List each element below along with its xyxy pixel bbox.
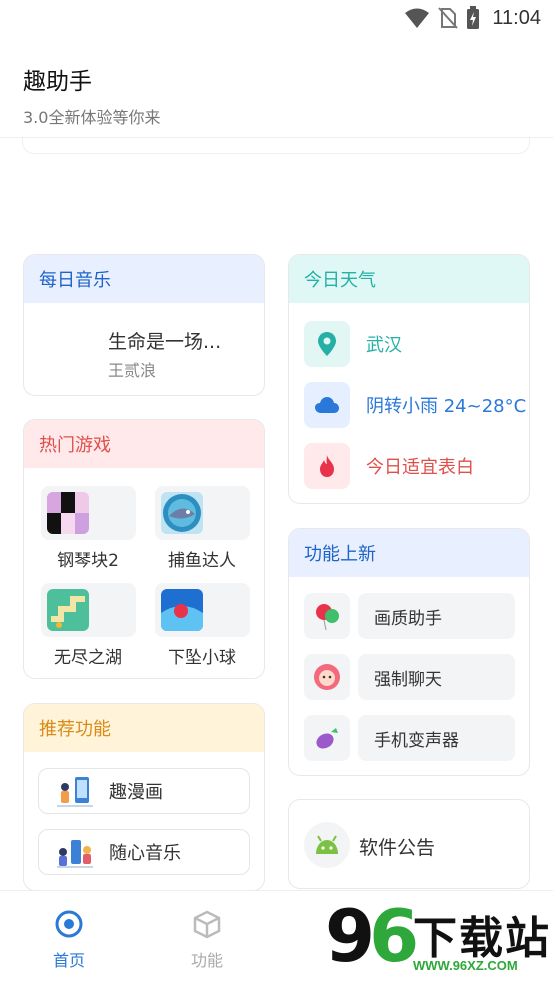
status-bar: 11:04 [0, 0, 553, 40]
lion-face-icon [304, 654, 350, 700]
game-item-lake[interactable]: 无尽之湖 [36, 583, 140, 668]
software-notice-card[interactable]: 软件公告 [288, 799, 530, 889]
weather-city: 武汉 [366, 335, 402, 356]
wifi-icon [405, 8, 430, 28]
feature-item-chat[interactable]: 强制聊天 [304, 654, 515, 700]
hot-games-title: 热门游戏 [24, 420, 264, 468]
tab-functions[interactable]: 功能 [172, 909, 242, 971]
weather-advice: 今日适宜表白 [366, 457, 474, 478]
watermark-brand: 下载站 [413, 913, 551, 964]
feature-item-quality[interactable]: 画质助手 [304, 593, 515, 639]
cube-icon [193, 910, 221, 939]
banner-placeholder[interactable] [22, 136, 530, 154]
cloud-icon [304, 382, 350, 428]
daily-music-card[interactable]: 每日音乐 生命是一场... 王贰浪 [23, 254, 265, 396]
feature-label: 手机变声器 [358, 715, 515, 761]
comic-illustration-icon [57, 777, 93, 807]
weather-advice-row: 今日适宜表白 [304, 443, 474, 489]
software-notice-label: 软件公告 [359, 837, 436, 859]
battery-charging-icon [467, 6, 480, 29]
hot-games-card: 热门游戏 钢琴块2 捕鱼达人 无尽之湖 下坠小球 [23, 419, 265, 679]
weather-card: 今日天气 武汉 阴转小雨 24~28°C 今日适宜表白 [288, 254, 530, 504]
tab-home-label: 首页 [52, 951, 85, 970]
music-illustration-icon [57, 840, 93, 868]
feature-item-voice[interactable]: 手机变声器 [304, 715, 515, 761]
balloon-icon [304, 593, 350, 639]
game-tile [40, 583, 136, 637]
watermark-logo: 96 下载站 WWW.96XZ.COM [325, 894, 553, 980]
game-label: 捕鱼达人 [168, 551, 236, 571]
game-item-fishing[interactable]: 捕鱼达人 [150, 486, 254, 571]
weather-condition-row: 阴转小雨 24~28°C [304, 382, 526, 428]
song-artist: 王贰浪 [108, 361, 157, 380]
app-header: 趣助手 3.0全新体验等你来 [23, 62, 160, 128]
game-tile [154, 583, 250, 637]
android-icon [304, 822, 350, 868]
game-tile [154, 486, 250, 540]
flame-icon [304, 443, 350, 489]
recommend-label: 趣漫画 [109, 782, 163, 803]
song-title: 生命是一场... [108, 331, 222, 353]
game-item-falling-ball[interactable]: 下坠小球 [150, 583, 254, 668]
eggplant-icon [304, 715, 350, 761]
watermark-url: WWW.96XZ.COM [413, 958, 518, 973]
tab-home[interactable]: 首页 [34, 909, 104, 971]
game-tile [40, 486, 136, 540]
weather-city-row: 武汉 [304, 321, 402, 367]
recommend-item-comic[interactable]: 趣漫画 [38, 768, 250, 814]
feature-label: 画质助手 [358, 593, 515, 639]
app-title: 趣助手 [23, 69, 92, 95]
daily-music-title: 每日音乐 [24, 255, 264, 303]
new-features-title: 功能上新 [289, 529, 529, 577]
recommend-card: 推荐功能 趣漫画 随心音乐 [23, 703, 265, 891]
no-sim-icon [438, 7, 459, 29]
tab-functions-label: 功能 [190, 951, 223, 970]
recommend-item-music[interactable]: 随心音乐 [38, 829, 250, 875]
app-subtitle: 3.0全新体验等你来 [23, 108, 161, 127]
weather-title: 今日天气 [289, 255, 529, 303]
game-label: 钢琴块2 [57, 551, 119, 571]
lake-path-icon [46, 589, 89, 631]
piano-tiles-icon [46, 492, 89, 534]
game-label: 下坠小球 [168, 648, 236, 668]
recommend-title: 推荐功能 [24, 704, 264, 752]
status-time: 11:04 [492, 6, 541, 29]
recommend-label: 随心音乐 [109, 843, 181, 864]
watermark-number: 96 [325, 894, 419, 978]
falling-ball-icon [160, 589, 203, 631]
shark-icon [160, 492, 203, 534]
new-features-card: 功能上新 画质助手 强制聊天 手机变声器 [288, 528, 530, 776]
weather-condition: 阴转小雨 24~28°C [366, 396, 527, 417]
location-pin-icon [304, 321, 350, 367]
feature-label: 强制聊天 [358, 654, 515, 700]
game-label: 无尽之湖 [54, 648, 122, 668]
home-target-icon [55, 910, 83, 938]
game-item-piano[interactable]: 钢琴块2 [36, 486, 140, 571]
